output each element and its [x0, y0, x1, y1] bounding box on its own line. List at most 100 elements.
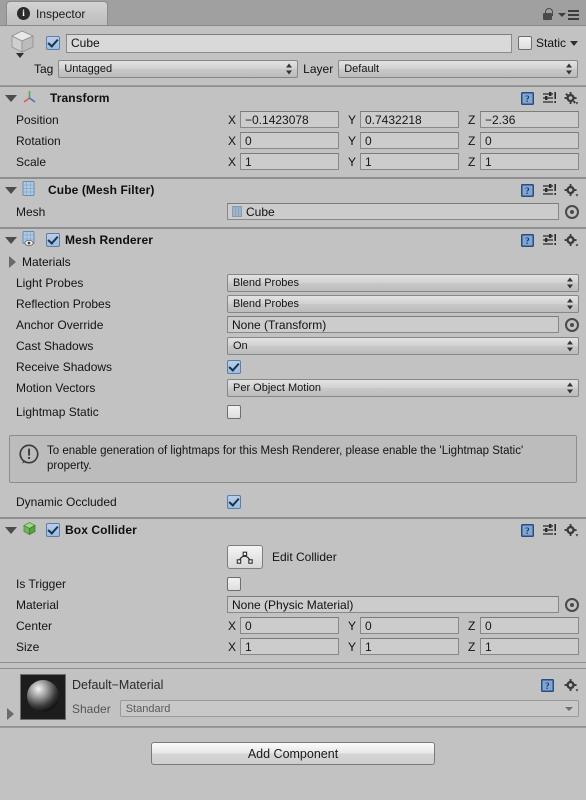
lightmap-static-checkbox[interactable]	[227, 405, 241, 419]
svg-text:?: ?	[525, 94, 530, 104]
chevron-updown-icon	[567, 298, 574, 309]
cast-shadows-dropdown[interactable]: On	[227, 336, 579, 355]
reflection-probes-dropdown[interactable]: Blend Probes	[227, 294, 579, 313]
mesh-object-field[interactable]: Cube	[227, 203, 559, 220]
center-z-input[interactable]: 0	[480, 617, 579, 634]
materials-foldout-row[interactable]: Materials	[7, 251, 579, 272]
physic-material-object-field[interactable]: None (Physic Material)	[227, 596, 559, 613]
material-name: Default−Material	[72, 678, 164, 692]
anchor-override-row: Anchor Override None (Transform)	[7, 314, 579, 335]
foldout-icon[interactable]	[5, 236, 17, 244]
rotation-z-input[interactable]: 0	[480, 132, 579, 149]
scale-z-input[interactable]: 1	[480, 153, 579, 170]
position-y-input[interactable]: 0.7432218	[360, 111, 459, 128]
transform-row-rotation: Rotation X0 Y0 Z0	[7, 130, 579, 151]
hamburger-menu-icon[interactable]	[558, 9, 579, 20]
edit-collider-button[interactable]	[227, 545, 263, 569]
is-trigger-checkbox[interactable]	[227, 576, 241, 591]
add-component-button[interactable]: Add Component	[151, 742, 435, 765]
object-picker-icon[interactable]	[565, 317, 579, 332]
static-dropdown-icon[interactable]	[570, 40, 578, 46]
gear-icon[interactable]	[564, 233, 579, 248]
row-label: Material	[16, 597, 59, 612]
motion-vectors-dropdown[interactable]: Per Object Motion	[227, 378, 579, 397]
component-header[interactable]: Box Collider ?	[0, 519, 586, 541]
static-checkbox[interactable]	[517, 36, 532, 50]
light-probes-row: Light Probes Blend Probes	[7, 272, 579, 293]
component-header[interactable]: Cube (Mesh Filter) ?	[0, 179, 586, 201]
help-icon[interactable]: ?	[520, 233, 535, 248]
gameobject-tag-layer-row: Tag Untagged Layer Default	[8, 60, 579, 78]
gameobject-name-row: Cube Static	[8, 30, 578, 58]
lock-icon[interactable]	[541, 8, 553, 21]
anchor-override-object-field[interactable]: None (Transform)	[227, 316, 559, 333]
chevron-updown-icon	[566, 63, 573, 75]
center-x-input[interactable]: 0	[240, 617, 339, 634]
foldout-icon[interactable]	[5, 94, 17, 102]
component-header[interactable]: Transform ?	[0, 87, 586, 109]
mesh-filter-rows: Mesh Cube	[0, 201, 586, 227]
object-picker-icon[interactable]	[565, 204, 579, 219]
preset-icon[interactable]	[542, 91, 557, 105]
component-header[interactable]: Mesh Renderer ?	[0, 229, 586, 251]
tag-dropdown[interactable]: Untagged	[58, 60, 299, 78]
row-label: Receive Shadows	[16, 359, 113, 374]
position-z-input[interactable]: −2.36	[480, 111, 579, 128]
preset-icon[interactable]	[542, 183, 557, 197]
motion-vectors-value: Per Object Motion	[233, 381, 322, 394]
mesh-renderer-rows: Materials Light Probes Blend Probes Refl…	[0, 251, 586, 431]
rotation-y-input[interactable]: 0	[360, 132, 459, 149]
tag-value: Untagged	[64, 63, 113, 75]
layer-dropdown[interactable]: Default	[338, 60, 579, 78]
row-label: Position	[16, 112, 59, 127]
inspector-window: i Inspector Cube Static Tag Untagged Lay…	[0, 0, 586, 800]
gameobject-enabled-checkbox[interactable]	[46, 36, 60, 50]
mesh-renderer-enabled-checkbox[interactable]	[46, 233, 60, 247]
helpbox-text: To enable generation of lightmaps for th…	[47, 445, 524, 472]
size-x-input[interactable]: 1	[240, 638, 339, 655]
axis-label-x: X	[228, 618, 237, 633]
gear-icon[interactable]	[564, 183, 579, 198]
help-icon[interactable]: ?	[520, 91, 535, 106]
help-icon[interactable]: ?	[540, 678, 555, 693]
component-header-icons: ?	[520, 233, 579, 248]
scale-x-input[interactable]: 1	[240, 153, 339, 170]
foldout-icon[interactable]	[7, 708, 14, 720]
vector3-field: X1 Y1 Z1	[227, 638, 579, 655]
gear-icon[interactable]	[564, 523, 579, 538]
collider-size-row: Size X1 Y1 Z1	[7, 636, 579, 657]
position-x-input[interactable]: −0.1423078	[240, 111, 339, 128]
component-title: Cube (Mesh Filter)	[48, 183, 155, 197]
preset-icon[interactable]	[542, 523, 557, 537]
foldout-icon[interactable]	[5, 186, 17, 194]
chevron-updown-icon	[567, 340, 574, 351]
center-y-input[interactable]: 0	[360, 617, 459, 634]
gear-icon[interactable]	[564, 91, 579, 106]
axis-label-y: Y	[348, 133, 357, 148]
gear-icon[interactable]	[564, 678, 579, 693]
material-header-icons: ?	[540, 678, 579, 693]
shader-dropdown[interactable]: Standard	[119, 700, 579, 717]
light-probes-dropdown[interactable]: Blend Probes	[227, 273, 579, 292]
preset-icon[interactable]	[542, 233, 557, 247]
scale-y-input[interactable]: 1	[360, 153, 459, 170]
vector3-field: X1 Y1 Z1	[227, 153, 579, 170]
tab-inspector[interactable]: i Inspector	[6, 1, 109, 25]
dynamic-occluded-checkbox[interactable]	[227, 494, 241, 509]
box-collider-enabled-checkbox[interactable]	[46, 523, 60, 537]
axis-label-x: X	[228, 154, 237, 169]
help-icon[interactable]: ?	[520, 183, 535, 198]
object-picker-icon[interactable]	[565, 597, 579, 612]
rotation-x-input[interactable]: 0	[240, 132, 339, 149]
help-icon[interactable]: ?	[520, 523, 535, 538]
size-y-input[interactable]: 1	[360, 638, 459, 655]
axis-label-z: Z	[468, 618, 476, 633]
foldout-icon[interactable]	[5, 526, 17, 534]
size-z-input[interactable]: 1	[480, 638, 579, 655]
foldout-icon[interactable]	[9, 255, 16, 268]
row-label: Rotation	[16, 133, 61, 148]
receive-shadows-checkbox[interactable]	[227, 359, 241, 374]
row-label: Size	[16, 639, 40, 654]
anchor-override-value: None (Transform)	[232, 317, 327, 332]
gameobject-name-input[interactable]: Cube	[66, 33, 512, 53]
